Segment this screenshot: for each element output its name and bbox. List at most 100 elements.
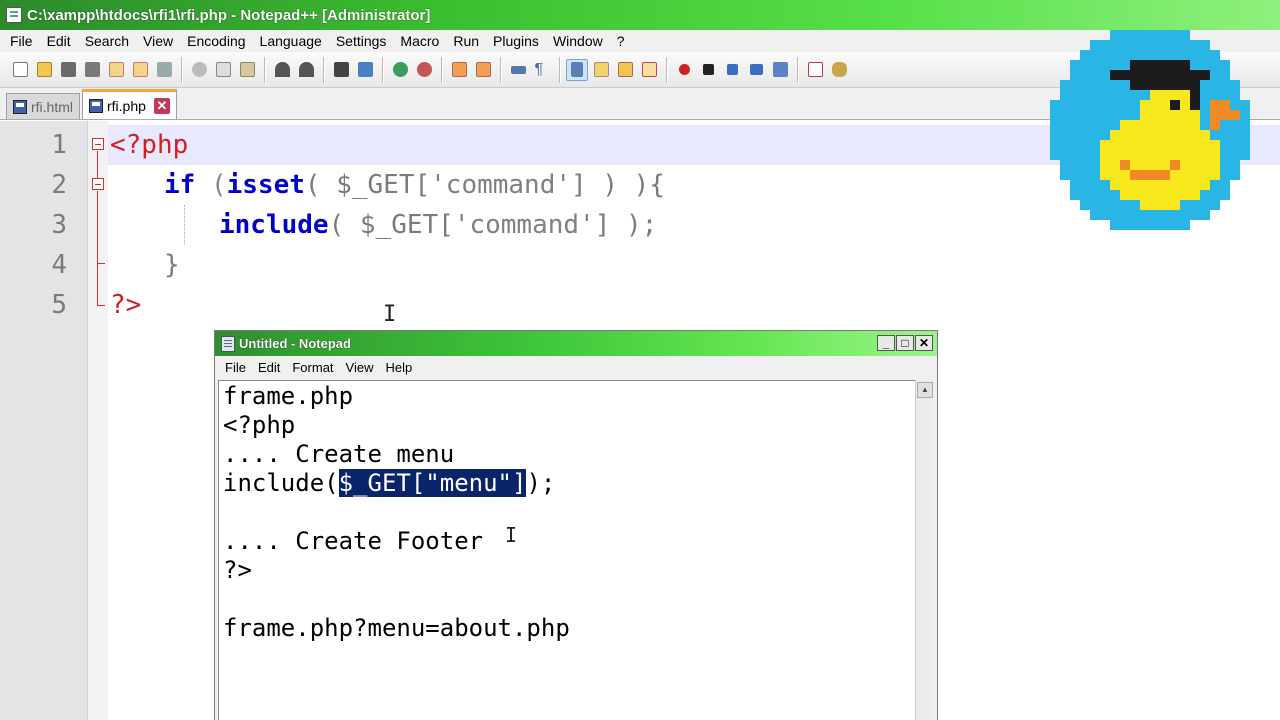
- redo-icon[interactable]: [295, 59, 317, 81]
- notepad-menu-bar: File Edit Format View Help: [215, 356, 937, 378]
- notepad-line: ?>: [223, 556, 252, 584]
- save-all-icon[interactable]: [81, 59, 103, 81]
- notepad-menu-edit[interactable]: Edit: [252, 360, 286, 375]
- fold-collapse-icon[interactable]: [92, 178, 104, 190]
- save-macro-icon[interactable]: [769, 59, 791, 81]
- find-icon[interactable]: [330, 59, 352, 81]
- file-saved-icon: [89, 98, 103, 113]
- toolbar-separator: [441, 56, 442, 83]
- toolbar-separator: [264, 56, 265, 83]
- menu-view[interactable]: View: [136, 33, 180, 49]
- undo-icon[interactable]: [271, 59, 293, 81]
- file-saved-icon: [13, 99, 27, 114]
- tab-rfi-html[interactable]: rfi.html: [6, 93, 80, 119]
- npp-title-bar: C:\xampp\htdocs\rfi1\rfi.php - Notepad++…: [0, 0, 1280, 30]
- save-icon[interactable]: [57, 59, 79, 81]
- indent-guide-icon[interactable]: [566, 58, 588, 81]
- menu-run[interactable]: Run: [446, 33, 486, 49]
- php-close-tag: ?>: [110, 290, 142, 320]
- notepad-line: .... Create menu: [223, 440, 455, 468]
- play-macro-icon[interactable]: [721, 59, 743, 81]
- zoom-in-icon[interactable]: [389, 59, 411, 81]
- paste-icon[interactable]: [236, 59, 258, 81]
- word-wrap-icon[interactable]: [507, 59, 529, 81]
- notepad-line: <?php: [223, 411, 296, 439]
- line-number: 3: [51, 210, 67, 240]
- toolbar-separator: [666, 56, 667, 83]
- notepad-window-title: Untitled - Notepad: [239, 336, 351, 351]
- fold-line: [97, 191, 98, 263]
- code-line-4: }: [164, 245, 180, 285]
- text-cursor-icon: I: [383, 302, 397, 327]
- menu-plugins[interactable]: Plugins: [486, 33, 546, 49]
- notepad-menu-help[interactable]: Help: [379, 360, 418, 375]
- code-token: ] ) ){: [571, 170, 665, 200]
- maximize-icon[interactable]: □: [896, 335, 914, 351]
- code-line-3: include( $_GET['command'] );: [219, 205, 657, 245]
- close-icon[interactable]: ✕: [915, 335, 933, 351]
- line-number: 4: [51, 250, 67, 280]
- record-macro-icon[interactable]: [673, 59, 695, 81]
- tab-label: rfi.html: [31, 98, 73, 115]
- print-icon[interactable]: [153, 59, 175, 81]
- notepad-text: );: [526, 469, 556, 497]
- copy-icon[interactable]: [212, 59, 234, 81]
- run-macro-multiple-icon[interactable]: [745, 59, 767, 81]
- toolbar-separator: [559, 56, 560, 83]
- menu-edit[interactable]: Edit: [40, 33, 78, 49]
- indent-guide: [184, 205, 185, 245]
- fold-margin: [88, 121, 108, 720]
- function-list-icon[interactable]: [638, 59, 660, 81]
- toolbar-separator: [500, 56, 501, 83]
- fold-end-marker: [97, 263, 105, 264]
- string-literal: 'command': [430, 170, 572, 200]
- notepad-menu-file[interactable]: File: [219, 360, 252, 375]
- udl-icon[interactable]: [590, 59, 612, 81]
- tab-close-icon[interactable]: ✕: [153, 97, 170, 114]
- line-number: 1: [51, 130, 67, 160]
- replace-icon[interactable]: [354, 59, 376, 81]
- close-all-icon[interactable]: [129, 59, 151, 81]
- menu-settings[interactable]: Settings: [329, 33, 394, 49]
- fold-collapse-icon[interactable]: [92, 138, 104, 150]
- sync-horizontal-icon[interactable]: [472, 59, 494, 81]
- open-file-icon[interactable]: [33, 59, 55, 81]
- zoom-out-icon[interactable]: [413, 59, 435, 81]
- show-all-chars-icon[interactable]: ¶: [531, 59, 553, 81]
- new-file-icon[interactable]: [9, 59, 31, 81]
- menu-help[interactable]: ?: [610, 33, 632, 49]
- notepad-menu-view[interactable]: View: [340, 360, 380, 375]
- tab-rfi-php[interactable]: rfi.php ✕: [82, 89, 177, 119]
- code-token: ( $_GET[: [328, 210, 454, 240]
- minimize-icon[interactable]: _: [877, 335, 895, 351]
- menu-encoding[interactable]: Encoding: [180, 33, 252, 49]
- scroll-up-arrow-icon[interactable]: ▲: [917, 382, 933, 398]
- sync-vertical-icon[interactable]: [448, 59, 470, 81]
- notepadpp-app-icon: [6, 7, 22, 23]
- notepad-title-bar[interactable]: Untitled - Notepad _ □ ✕: [215, 331, 937, 356]
- spell-check-options-icon[interactable]: [828, 59, 850, 81]
- php-open-tag: <?php: [110, 130, 189, 160]
- doc-map-icon[interactable]: [614, 59, 636, 81]
- npp-window-title: C:\xampp\htdocs\rfi1\rfi.php - Notepad++…: [27, 6, 431, 24]
- line-number: 2: [51, 170, 67, 200]
- menu-file[interactable]: File: [3, 33, 40, 49]
- menu-macro[interactable]: Macro: [393, 33, 446, 49]
- cut-icon[interactable]: [188, 59, 210, 81]
- stop-macro-icon[interactable]: [697, 59, 719, 81]
- close-file-icon[interactable]: [105, 59, 127, 81]
- menu-window[interactable]: Window: [546, 33, 610, 49]
- keyword-if: if: [164, 170, 196, 200]
- notepad-line: include($_GET["menu"]);: [223, 469, 555, 498]
- keyword-include: include: [219, 210, 329, 240]
- menu-search[interactable]: Search: [78, 33, 136, 49]
- toolbar-separator: [797, 56, 798, 83]
- notepad-vertical-scrollbar[interactable]: ▲: [915, 380, 933, 720]
- menu-language[interactable]: Language: [253, 33, 329, 49]
- fold-line: [97, 263, 98, 305]
- spell-check-icon[interactable]: [804, 59, 826, 81]
- code-token: ] );: [594, 210, 658, 240]
- notepad-menu-format[interactable]: Format: [286, 360, 339, 375]
- notepad-text: include(: [223, 469, 339, 497]
- notepad-text-area[interactable]: frame.php <?php .... Create menu include…: [218, 380, 915, 720]
